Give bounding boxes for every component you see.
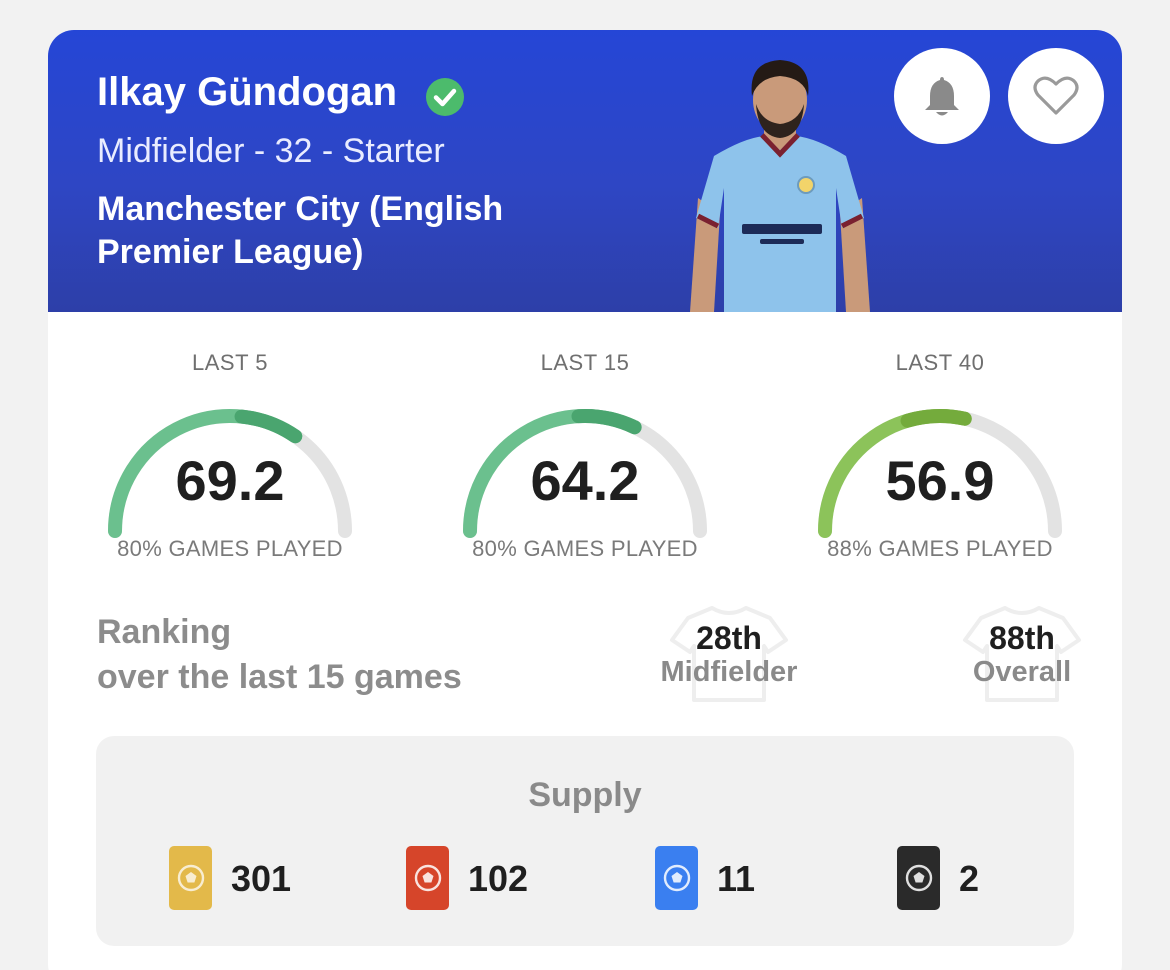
score-gauge-last-5: LAST 5 69.2 80% GAMES PLAYED <box>100 346 360 576</box>
supply-panel: Supply 301 102 11 2 <box>96 736 1074 946</box>
ball-icon <box>905 864 932 892</box>
blue-card-icon <box>655 846 698 910</box>
bell-icon <box>925 77 959 116</box>
overall-rank: 88th Overall <box>937 606 1107 702</box>
player-photo <box>690 60 870 312</box>
notification-bell-button[interactable] <box>894 48 990 144</box>
supply-title: Supply <box>528 776 642 814</box>
ranking-label: Ranking over the last 15 games <box>97 610 462 700</box>
ball-icon <box>177 864 204 892</box>
rank-value: 28th <box>696 620 762 656</box>
player-card: Ilkay Gündogan Midfielder - 32 - Starter… <box>48 30 1122 970</box>
verified-check-icon <box>426 78 464 116</box>
supply-count: 102 <box>468 858 529 899</box>
ball-icon <box>414 864 441 892</box>
rank-caption: Midfielder <box>660 656 798 688</box>
black-card-icon <box>897 846 940 910</box>
red-card-icon <box>406 846 449 910</box>
ball-icon <box>663 864 690 892</box>
favorite-heart-button[interactable] <box>1008 48 1104 144</box>
player-name: Ilkay Gündogan <box>97 70 398 114</box>
score-gauge-last-40: LAST 40 56.9 88% GAMES PLAYED <box>810 346 1070 576</box>
games-played-percentage: 88% GAMES PLAYED <box>827 536 1053 561</box>
ranking-label-line-2: over the last 15 games <box>97 658 462 696</box>
player-header: Ilkay Gündogan Midfielder - 32 - Starter… <box>48 30 1122 312</box>
gauge-title: LAST 15 <box>540 350 630 375</box>
games-played-percentage: 80% GAMES PLAYED <box>117 536 343 561</box>
gauge-title: LAST 40 <box>895 350 985 375</box>
games-played-percentage: 80% GAMES PLAYED <box>472 536 698 561</box>
score-gauge-last-15: LAST 15 64.2 80% GAMES PLAYED <box>455 346 715 576</box>
position-rank: 28th Midfielder <box>644 606 814 702</box>
supply-count: 2 <box>959 858 980 899</box>
gauge-score-value: 56.9 <box>885 449 995 512</box>
player-club: Manchester City (English Premier League) <box>97 190 504 271</box>
gauge-score-value: 64.2 <box>530 449 640 512</box>
supply-count: 11 <box>717 858 756 899</box>
ranking-label-line-1: Ranking <box>97 613 232 651</box>
gauge-title: LAST 5 <box>192 350 268 375</box>
rank-value: 88th <box>989 620 1055 656</box>
rank-caption: Overall <box>972 656 1072 688</box>
gold-card-icon <box>169 846 212 910</box>
player-position-age-status: Midfielder - 32 - Starter <box>97 132 445 170</box>
supply-count: 301 <box>231 858 292 899</box>
heart-icon <box>1033 76 1079 115</box>
gauge-score-value: 69.2 <box>175 449 285 512</box>
